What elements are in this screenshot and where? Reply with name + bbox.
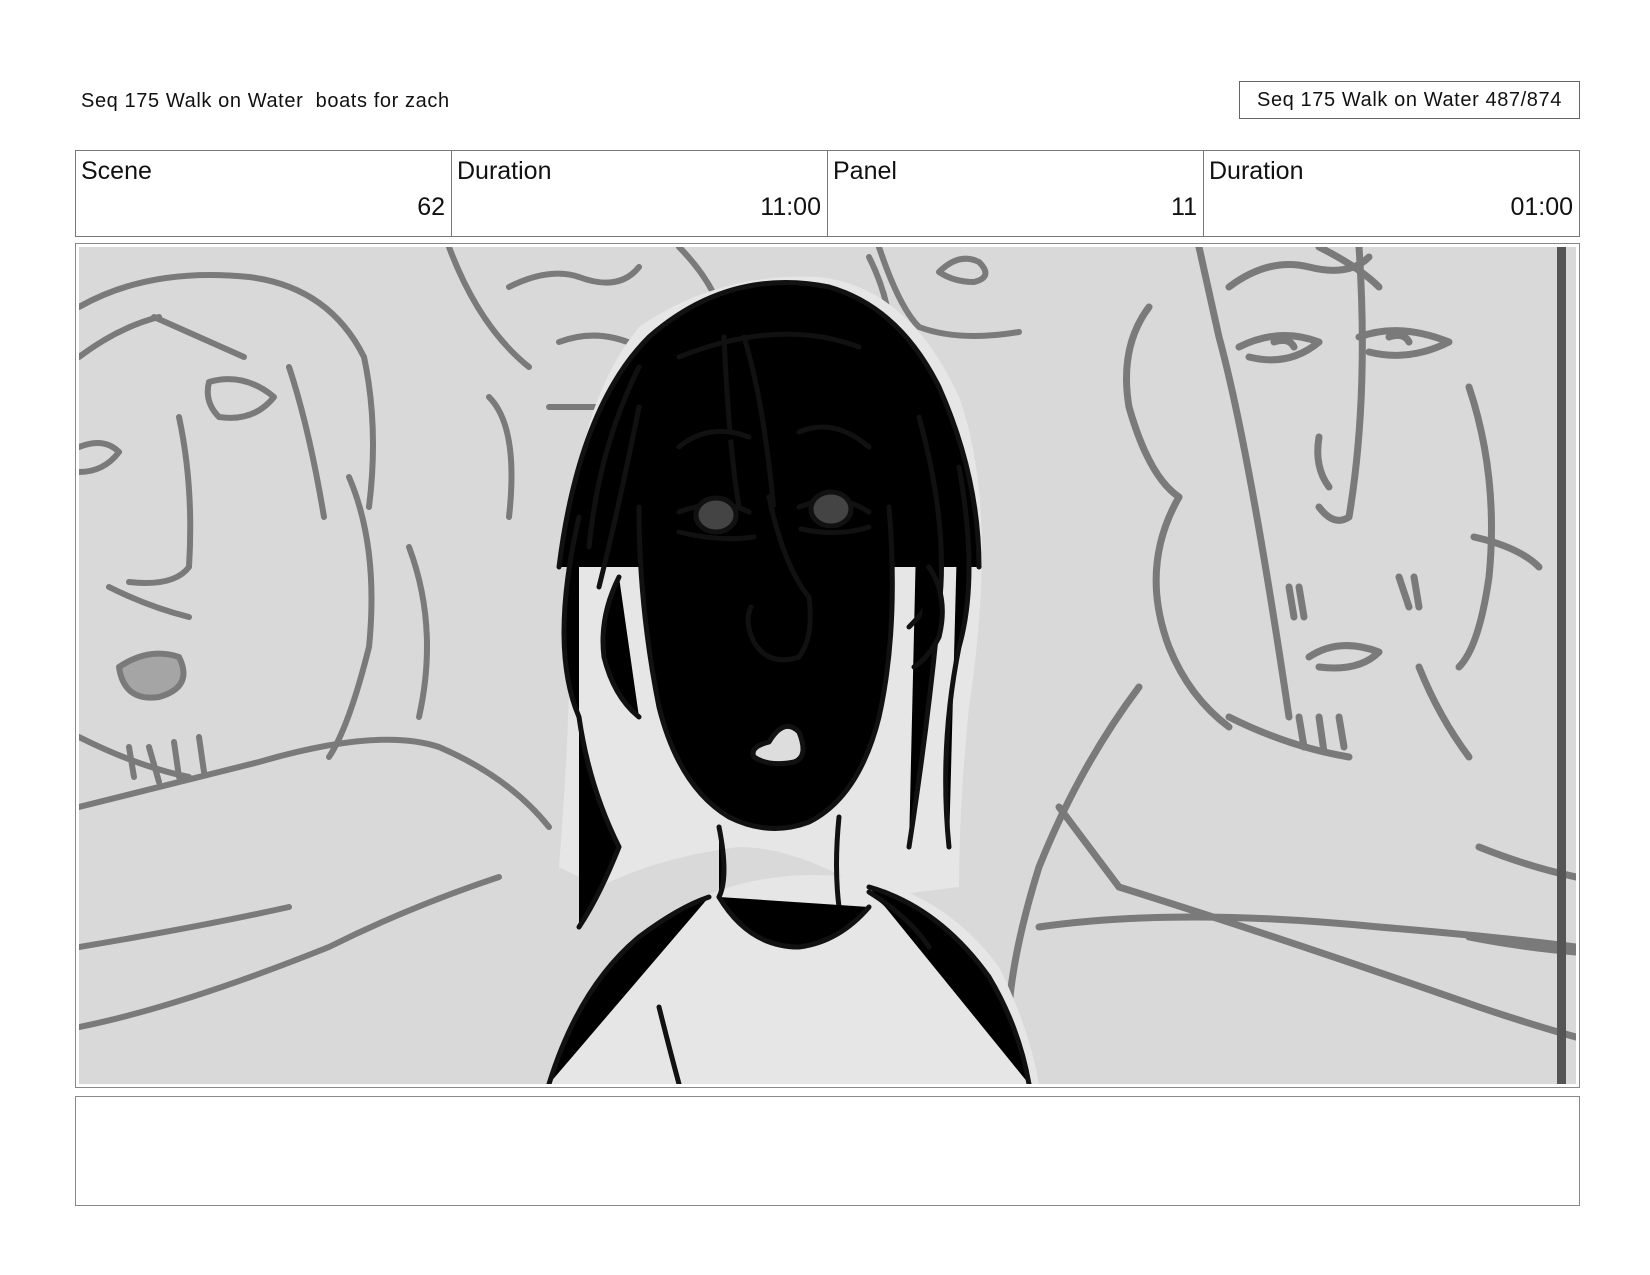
panel-duration-cell: Duration 01:00: [1204, 151, 1579, 236]
scene-cell: Scene 62: [76, 151, 452, 236]
background-man-right-sketch: [1005, 247, 1576, 1041]
right-edge-bar: [1557, 247, 1566, 1084]
sequence-title: Seq 175 Walk on Water boats for zach: [81, 90, 450, 112]
panel-duration-label: Duration: [1209, 157, 1304, 185]
panel-cell: Panel 11: [828, 151, 1204, 236]
scene-duration-label: Duration: [457, 157, 552, 185]
panel-label: Panel: [833, 157, 897, 185]
scene-number: 62: [417, 193, 445, 221]
panel-number: 11: [1171, 193, 1197, 221]
foreground-boy-sketch: [546, 276, 1039, 1084]
panel-duration-value: 01:00: [1510, 193, 1573, 221]
scene-duration-cell: Duration 11:00: [452, 151, 828, 236]
scene-duration-value: 11:00: [760, 193, 821, 221]
panel-notes-box: [75, 1096, 1580, 1206]
storyboard-sketch: [79, 247, 1576, 1084]
background-man-left-sketch: [79, 272, 552, 1030]
panel-info-table: Scene 62 Duration 11:00 Panel 11 Duratio…: [75, 150, 1580, 237]
scene-label: Scene: [81, 157, 152, 185]
page-counter: Seq 175 Walk on Water 487/874: [1239, 81, 1580, 119]
